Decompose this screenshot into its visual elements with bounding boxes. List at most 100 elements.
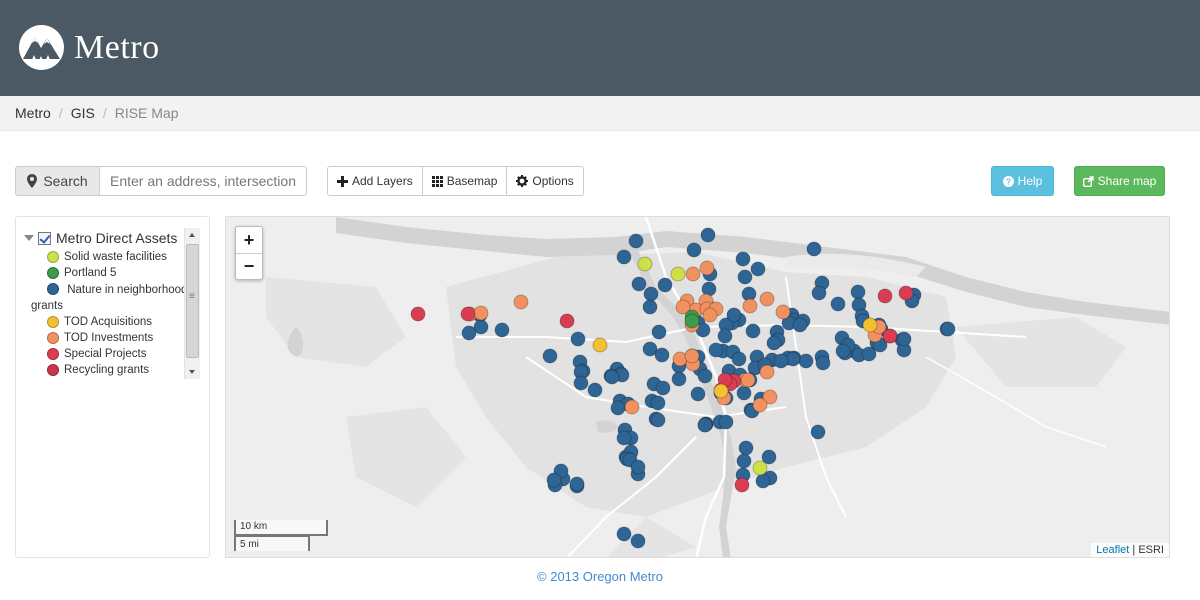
- basemap-button[interactable]: Basemap: [422, 166, 508, 196]
- asset-point-marker[interactable]: [657, 277, 673, 293]
- asset-point-marker[interactable]: [877, 288, 893, 304]
- asset-point-marker[interactable]: [718, 414, 734, 430]
- asset-point-marker[interactable]: [835, 343, 851, 359]
- asset-point-marker[interactable]: [697, 417, 713, 433]
- asset-point-marker[interactable]: [628, 233, 644, 249]
- asset-point-marker[interactable]: [513, 294, 529, 310]
- asset-point-marker[interactable]: [731, 351, 747, 367]
- layer-group-checkbox[interactable]: [38, 231, 51, 245]
- asset-point-marker[interactable]: [830, 296, 846, 312]
- help-button[interactable]: ? Help: [991, 166, 1054, 196]
- asset-point-marker[interactable]: [798, 353, 814, 369]
- asset-point-marker[interactable]: [546, 472, 562, 488]
- asset-point-marker[interactable]: [759, 291, 775, 307]
- asset-point-marker[interactable]: [616, 249, 632, 265]
- asset-point-marker[interactable]: [734, 477, 750, 493]
- asset-point-marker[interactable]: [542, 348, 558, 364]
- asset-point-marker[interactable]: [700, 227, 716, 243]
- asset-point-marker[interactable]: [717, 328, 733, 344]
- asset-point-marker[interactable]: [759, 364, 775, 380]
- asset-point-marker[interactable]: [573, 375, 589, 391]
- search-button[interactable]: Search: [15, 166, 100, 196]
- asset-point-marker[interactable]: [610, 400, 626, 416]
- asset-point-marker[interactable]: [685, 266, 701, 282]
- asset-point-marker[interactable]: [737, 269, 753, 285]
- asset-point-marker[interactable]: [811, 285, 827, 301]
- options-button[interactable]: Options: [507, 166, 584, 196]
- asset-point-marker[interactable]: [750, 261, 766, 277]
- asset-point-marker[interactable]: [940, 321, 956, 337]
- asset-point-marker[interactable]: [630, 533, 646, 549]
- asset-point-marker[interactable]: [616, 526, 632, 542]
- asset-point-marker[interactable]: [755, 473, 771, 489]
- map-view[interactable]: + − 10 km 5 mi Leaflet | ESRI: [225, 216, 1170, 558]
- asset-point-marker[interactable]: [738, 440, 754, 456]
- asset-point-marker[interactable]: [637, 256, 653, 272]
- asset-point-marker[interactable]: [631, 276, 647, 292]
- asset-point-marker[interactable]: [686, 242, 702, 258]
- asset-point-marker[interactable]: [684, 313, 700, 329]
- scroll-up-arrow-icon[interactable]: [185, 228, 200, 242]
- asset-point-marker[interactable]: [896, 331, 912, 347]
- asset-point-marker[interactable]: [726, 307, 742, 323]
- search-input[interactable]: [100, 166, 307, 196]
- asset-point-marker[interactable]: [882, 328, 898, 344]
- asset-point-marker[interactable]: [684, 348, 700, 364]
- asset-point-marker[interactable]: [630, 459, 646, 475]
- metro-logo[interactable]: Metro: [18, 24, 160, 71]
- share-map-button[interactable]: Share map: [1074, 166, 1165, 196]
- asset-point-marker[interactable]: [708, 342, 724, 358]
- asset-point-marker[interactable]: [624, 399, 640, 415]
- asset-point-marker[interactable]: [616, 430, 632, 446]
- asset-point-marker[interactable]: [850, 284, 866, 300]
- asset-point-marker[interactable]: [650, 395, 666, 411]
- asset-point-marker[interactable]: [570, 331, 586, 347]
- asset-point-marker[interactable]: [690, 386, 706, 402]
- asset-point-marker[interactable]: [736, 385, 752, 401]
- breadcrumb-metro[interactable]: Metro: [15, 105, 51, 121]
- asset-point-marker[interactable]: [713, 383, 729, 399]
- asset-point-marker[interactable]: [898, 285, 914, 301]
- asset-point-marker[interactable]: [494, 322, 510, 338]
- asset-point-marker[interactable]: [702, 307, 718, 323]
- asset-point-marker[interactable]: [752, 397, 768, 413]
- asset-point-marker[interactable]: [745, 323, 761, 339]
- copyright-footer[interactable]: © 2013 Oregon Metro: [0, 569, 1200, 584]
- breadcrumb-gis[interactable]: GIS: [71, 105, 95, 121]
- asset-point-marker[interactable]: [569, 476, 585, 492]
- asset-point-marker[interactable]: [815, 355, 831, 371]
- asset-point-marker[interactable]: [642, 299, 658, 315]
- scroll-down-arrow-icon[interactable]: [185, 365, 200, 379]
- asset-point-marker[interactable]: [862, 317, 878, 333]
- asset-point-marker[interactable]: [792, 317, 808, 333]
- asset-point-marker[interactable]: [697, 368, 713, 384]
- asset-point-marker[interactable]: [742, 298, 758, 314]
- zoom-out-button[interactable]: −: [236, 253, 262, 279]
- collapse-caret-icon[interactable]: [24, 235, 34, 241]
- asset-point-marker[interactable]: [740, 372, 756, 388]
- asset-point-marker[interactable]: [766, 335, 782, 351]
- asset-point-marker[interactable]: [806, 241, 822, 257]
- asset-point-marker[interactable]: [810, 424, 826, 440]
- asset-point-marker[interactable]: [736, 453, 752, 469]
- asset-point-marker[interactable]: [752, 460, 768, 476]
- asset-point-marker[interactable]: [643, 286, 659, 302]
- add-layers-button[interactable]: Add Layers: [327, 166, 423, 196]
- leaflet-link[interactable]: Leaflet: [1096, 544, 1129, 556]
- asset-point-marker[interactable]: [654, 347, 670, 363]
- asset-point-marker[interactable]: [773, 353, 789, 369]
- asset-point-marker[interactable]: [775, 304, 791, 320]
- asset-point-marker[interactable]: [671, 371, 687, 387]
- asset-point-marker[interactable]: [592, 337, 608, 353]
- asset-point-marker[interactable]: [460, 306, 476, 322]
- asset-point-marker[interactable]: [559, 313, 575, 329]
- asset-point-marker[interactable]: [655, 380, 671, 396]
- asset-point-marker[interactable]: [699, 260, 715, 276]
- asset-point-marker[interactable]: [410, 306, 426, 322]
- asset-point-marker[interactable]: [461, 325, 477, 341]
- zoom-in-button[interactable]: +: [236, 227, 262, 253]
- scroll-thumb[interactable]: [186, 244, 199, 358]
- asset-point-marker[interactable]: [650, 412, 666, 428]
- asset-point-marker[interactable]: [670, 266, 686, 282]
- asset-point-marker[interactable]: [473, 305, 489, 321]
